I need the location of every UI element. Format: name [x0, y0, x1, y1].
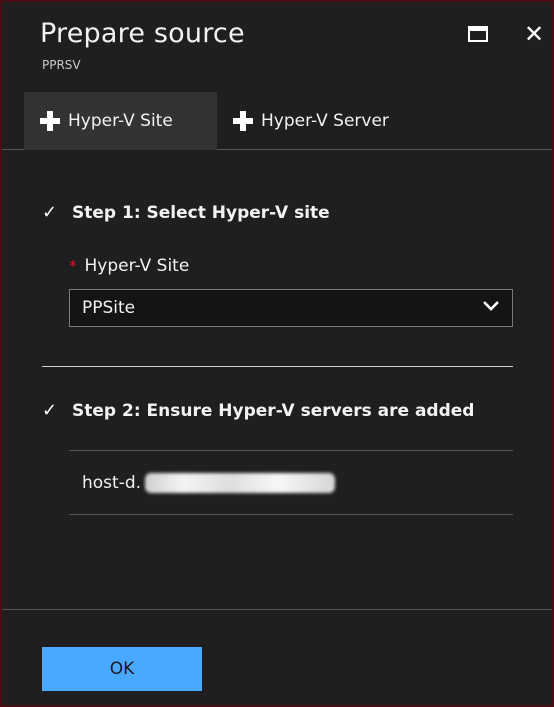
add-hyperv-site-label: Hyper-V Site: [68, 111, 173, 131]
hyperv-site-field-label: * Hyper-V Site: [69, 256, 189, 276]
close-icon: ✕: [523, 20, 545, 48]
server-name: host-d.: [82, 472, 142, 493]
blade-subtitle: PPRSV: [42, 58, 81, 72]
add-hyperv-server-label: Hyper-V Server: [261, 111, 389, 131]
add-hyperv-server-button[interactable]: Hyper-V Server: [217, 92, 437, 150]
chevron-down-icon: [483, 301, 499, 311]
step-2-header: ✓ Step 2: Ensure Hyper-V servers are add…: [42, 400, 474, 421]
maximize-button[interactable]: [464, 20, 492, 48]
command-bar: Hyper-V Site Hyper-V Server: [2, 92, 552, 150]
plus-icon: [40, 111, 60, 131]
server-list-bottom-border: [69, 514, 513, 515]
step-1-label: Step 1: Select Hyper-V site: [72, 202, 330, 223]
hyperv-site-selected-value: PPSite: [82, 298, 136, 318]
section-divider: [42, 366, 513, 367]
checkmark-icon: ✓: [42, 400, 58, 421]
required-marker: *: [69, 257, 77, 275]
step-1-header: ✓ Step 1: Select Hyper-V site: [42, 202, 330, 223]
maximize-icon: [468, 26, 488, 42]
blade-header: Prepare source PPRSV ✕: [2, 2, 552, 78]
plus-icon: [233, 111, 253, 131]
redacted-hostname: [145, 472, 336, 493]
add-hyperv-site-button[interactable]: Hyper-V Site: [24, 92, 217, 150]
server-list-item: host-d.: [69, 451, 513, 514]
prepare-source-blade: Prepare source PPRSV ✕ Hyper-V Site Hype…: [0, 0, 554, 707]
blade-footer: OK: [2, 609, 552, 705]
blade-content: ✓ Step 1: Select Hyper-V site * Hyper-V …: [2, 150, 552, 607]
hyperv-site-dropdown[interactable]: PPSite: [69, 289, 513, 327]
step-2-label: Step 2: Ensure Hyper-V servers are added: [72, 400, 475, 421]
ok-button[interactable]: OK: [42, 647, 202, 691]
blade-title: Prepare source: [40, 18, 245, 49]
checkmark-icon: ✓: [42, 202, 58, 223]
close-button[interactable]: ✕: [520, 20, 548, 48]
hyperv-site-label-text: Hyper-V Site: [84, 256, 190, 276]
